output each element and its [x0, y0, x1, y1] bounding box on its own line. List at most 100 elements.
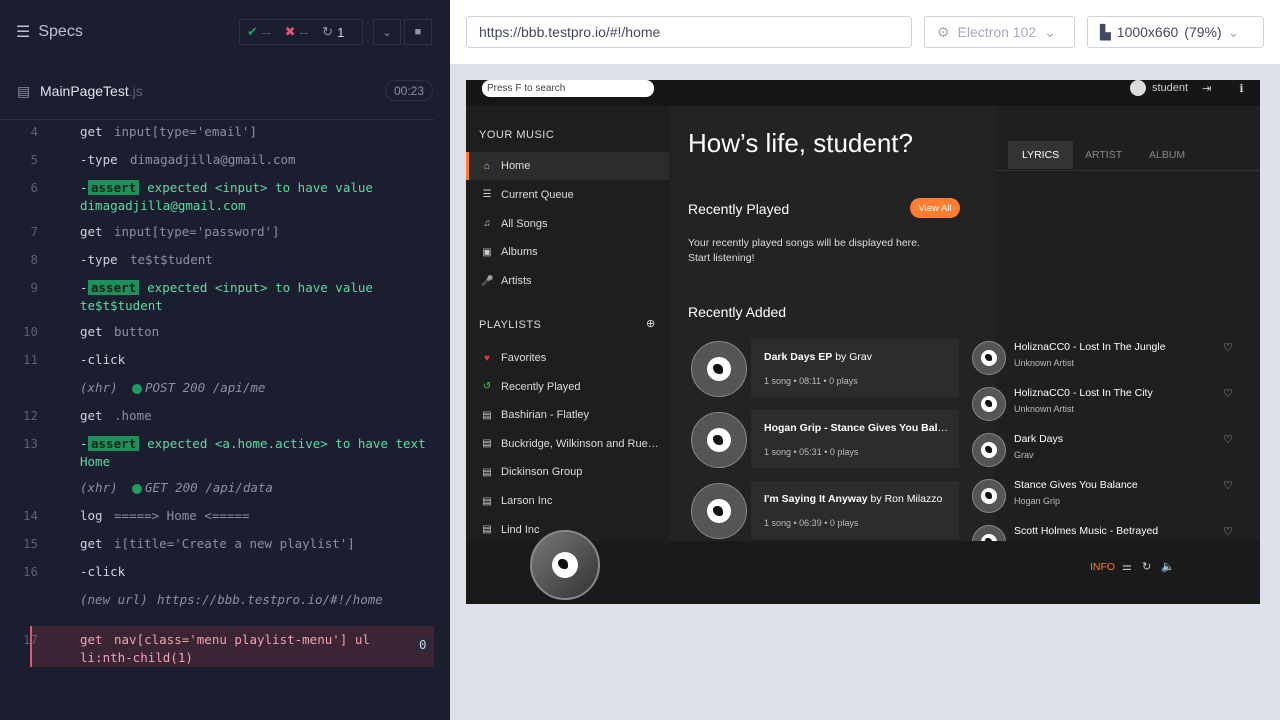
heart-icon[interactable]: ♡ — [1223, 341, 1233, 354]
song-cover — [972, 433, 1006, 467]
sidebar-item-label: All Songs — [501, 217, 548, 230]
app-frame: Press F to search student ⇥ ℹ YOUR MUSIC… — [466, 80, 1260, 604]
playlist-item[interactable]: ↺ Recently Played — [466, 373, 669, 401]
song-title: Stance Gives You Balance — [1014, 479, 1138, 491]
chevron-down-button[interactable]: ⌄ — [373, 19, 401, 45]
sidebar-item-home[interactable]: ⌂ Home — [466, 152, 669, 180]
song-artist: Unknown Artist — [1014, 404, 1075, 414]
playlist-item[interactable]: ▤ Larson Inc — [466, 487, 669, 515]
volume-icon[interactable]: 🔈 — [1161, 560, 1175, 573]
aut-panel: https://bbb.testpro.io/#!/home ⚙ Electro… — [450, 0, 1280, 720]
command-text: =====> Home <===== — [114, 508, 250, 523]
playlist-label: Favorites — [501, 352, 547, 364]
playlist-item[interactable]: ♥ Favorites — [466, 344, 669, 372]
sidebar-item-artists[interactable]: 🎤 Artists — [466, 267, 669, 295]
logout-icon[interactable]: ⇥ — [1202, 82, 1211, 95]
command-message: POST 200 /api/me — [132, 380, 265, 395]
song-artist: Hogan Grip — [1014, 496, 1061, 506]
command-number: 12 — [22, 408, 38, 423]
sidebar-item-current-queue[interactable]: ☰ Current Queue — [466, 181, 669, 209]
command-message: assert expected <a.home.active> to have t… — [88, 436, 426, 451]
assert-text: expected <input> to have value — [147, 180, 373, 195]
tab-lyrics[interactable]: LYRICS — [1008, 141, 1074, 169]
command-number: 9 — [30, 280, 38, 295]
song-item[interactable]: HoliznaCC0 - Lost In The Jungle Unknown A… — [972, 341, 1242, 385]
browser-select[interactable]: ⚙ Electron 102 ⌄ — [924, 16, 1075, 48]
view-all-button[interactable]: View All — [910, 198, 960, 218]
assert-badge: assert — [88, 436, 140, 451]
create-playlist-icon[interactable]: ⊕ — [646, 317, 655, 330]
playlist-item[interactable]: ▤ Buckridge, Wilkinson and Ruecker — [466, 430, 669, 458]
recently-added-heading: Recently Added — [688, 304, 787, 320]
playlist-icon: ▤ — [482, 438, 492, 450]
command-log-panel: ☰ Specs ✔ -- ✖ -- ↻ 1 ⌄ ■ ▤ MainPageTest.js… — [0, 0, 450, 720]
album-meta: 1 song • 08:11 • 0 plays — [764, 376, 858, 386]
song-item[interactable]: HoliznaCC0 - Lost In The City Unknown Art… — [972, 387, 1242, 431]
tab-artist[interactable]: ARTIST — [1071, 141, 1136, 169]
viewport-select[interactable]: ▙ 1000x660 (79%) ⌄ — [1087, 16, 1264, 48]
command-number: 10 — [22, 324, 38, 339]
file-icon: ▤ — [17, 83, 31, 99]
song-cover — [972, 341, 1006, 375]
heart-icon[interactable]: ♡ — [1223, 433, 1233, 446]
command-message: input[type='password'] — [114, 224, 280, 239]
command-message-continued: dimagadjilla@gmail.com — [80, 198, 246, 213]
command-name: - — [80, 280, 88, 295]
repeat-icon[interactable]: ↻ — [1142, 560, 1151, 573]
command-text: POST 200 /api/me — [145, 380, 266, 395]
pending-stat: ↻ 1 — [322, 24, 345, 40]
assert-text: expected <a.home.active> to have text — [147, 436, 426, 451]
command-text: te$t$tudent — [130, 252, 213, 267]
command-message: assert expected <input> to have value — [88, 280, 373, 295]
command-number: 4 — [30, 124, 38, 139]
playlist-item[interactable]: ▤ Dickinson Group — [466, 458, 669, 486]
album-title: Dark Days EP by Grav — [764, 351, 952, 363]
equalizer-icon[interactable]: ⚌ — [1122, 560, 1132, 573]
command-number: 14 — [22, 508, 38, 523]
album-info: Dark Days EP by Grav 1 song • 08:11 • 0 p… — [751, 339, 959, 397]
tab-album[interactable]: ALBUM — [1135, 141, 1199, 169]
sidebar-item-all-songs[interactable]: ♫ All Songs — [466, 210, 669, 238]
command-name: log — [80, 508, 103, 523]
gear-icon: ⚙ — [937, 23, 950, 40]
heart-icon[interactable]: ♡ — [1223, 387, 1233, 400]
info-icon[interactable]: ℹ — [1239, 82, 1243, 95]
info-button[interactable]: INFO — [1090, 561, 1115, 573]
user-menu[interactable]: student ⇥ ℹ — [1130, 80, 1244, 96]
album-cover — [530, 530, 600, 600]
command-number: 17 — [22, 632, 38, 647]
home-icon: ⌂ — [483, 160, 491, 172]
song-item[interactable]: Stance Gives You Balance Hogan Grip ♡ — [972, 479, 1242, 523]
specs-button[interactable]: ☰ Specs — [16, 22, 83, 42]
album-name: Dark Days EP — [764, 351, 833, 363]
heart-icon[interactable]: ♡ — [1223, 479, 1233, 492]
song-item[interactable]: Dark Days Grav ♡ — [972, 433, 1242, 477]
album-title: I'm Saying It Anyway by Ron Milazzo — [764, 493, 952, 505]
song-title: HoliznaCC0 - Lost In The Jungle — [1014, 341, 1166, 353]
app-header: Press F to search student ⇥ ℹ — [466, 80, 1260, 106]
command-number: 15 — [22, 536, 38, 551]
song-title: Scott Holmes Music - Betrayed — [1014, 525, 1159, 537]
avatar — [1130, 80, 1146, 96]
sidebar-item-albums[interactable]: ▣ Albums — [466, 238, 669, 266]
album-cover — [691, 483, 747, 539]
command-message: input[type='email'] — [114, 124, 257, 139]
stop-button[interactable]: ■ — [404, 19, 432, 45]
playlist-item[interactable]: ▤ Bashirian - Flatley — [466, 401, 669, 429]
album-card[interactable]: Dark Days EP by Grav 1 song • 08:11 • 0 p… — [688, 339, 960, 401]
album-card[interactable]: Hogan Grip - Stance Gives You Balance 1 s… — [688, 410, 960, 472]
command-message-continued: te$t$tudent — [80, 298, 163, 313]
heart-icon[interactable]: ♡ — [1223, 525, 1233, 538]
album-card[interactable]: I'm Saying It Anyway by Ron Milazzo 1 son… — [688, 481, 960, 543]
sidebar-item-label: Current Queue — [501, 188, 574, 201]
heart-icon: ♥ — [484, 352, 490, 364]
test-stats: ✔ -- ✖ -- ↻ 1 — [239, 19, 363, 45]
url-bar[interactable]: https://bbb.testpro.io/#!/home — [466, 16, 912, 48]
assert-badge: assert — [88, 180, 140, 195]
check-icon: ✔ — [247, 24, 258, 39]
search-input[interactable]: Press F to search — [482, 80, 654, 97]
command-name: -click — [80, 564, 126, 579]
album-meta: 1 song • 06:39 • 0 plays — [764, 518, 859, 528]
playlist-label: Bashirian - Flatley — [501, 409, 590, 422]
command-message: dimagadjilla@gmail.com — [130, 152, 296, 167]
